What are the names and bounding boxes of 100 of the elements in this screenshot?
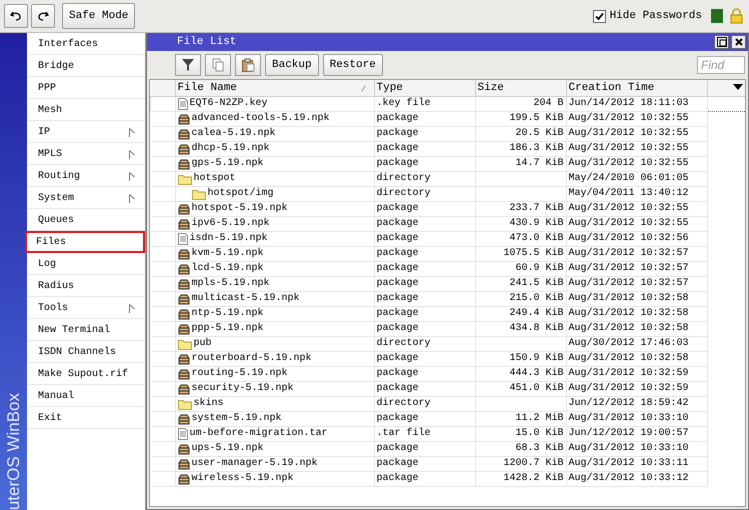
- file-size: 204 B: [533, 98, 564, 109]
- file-row[interactable]: isdn-5.19.npk package 473.0 KiB Aug/31/2012 10:32:56: [150, 232, 745, 246]
- menu-item[interactable]: Manual: [27, 385, 145, 407]
- menu-item[interactable]: Files: [25, 231, 145, 253]
- package-icon: [178, 414, 190, 424]
- menu-item[interactable]: Exit: [27, 407, 145, 429]
- file-row[interactable]: calea-5.19.npk package 20.5 KiB Aug/31/2012 10:32:55: [150, 126, 745, 142]
- menu-item[interactable]: Interfaces: [27, 33, 145, 55]
- menu-item[interactable]: ISDN Channels: [27, 341, 145, 363]
- file-row[interactable]: um-before-migration.tar .tar file 15.0 KiB Jun/12/2012 19:00:57: [150, 426, 745, 442]
- toolbar-button[interactable]: Restore: [322, 54, 383, 76]
- creation-time: Aug/30/2012 17:46:03: [568, 338, 689, 349]
- file-row[interactable]: skins directory Jun/12/2012 18:59:42: [150, 396, 745, 412]
- creation-time: Aug/31/2012 10:32:58: [568, 293, 689, 304]
- column-header[interactable]: Type: [374, 80, 475, 96]
- file-type: package: [376, 128, 419, 139]
- file-row[interactable]: kvm-5.19.npk package 1075.5 KiB Aug/31/2012 10:32:57: [150, 246, 745, 262]
- creation-time: Aug/31/2012 10:32:55: [568, 158, 689, 169]
- window-title: File List: [177, 36, 236, 48]
- file-size: 434.8 KiB: [509, 323, 564, 334]
- undo-icon: [10, 10, 22, 22]
- file-row[interactable]: advanced-tools-5.19.npk package 199.5 KiB Aug/31/2012 10:32:55: [150, 112, 745, 126]
- undo-button[interactable]: [4, 4, 28, 28]
- file-row[interactable]: hotspot/img directory May/04/2011 13:40:12: [150, 186, 745, 202]
- file-size: 451.0 KiB: [509, 383, 564, 394]
- menu-item[interactable]: Radius: [27, 275, 145, 297]
- file-type: package: [376, 248, 419, 259]
- package-icon: [178, 248, 190, 260]
- menu-item[interactable]: Routing: [27, 165, 145, 187]
- menu-item[interactable]: Mesh: [27, 99, 145, 121]
- column-header[interactable]: Creation Time: [566, 80, 707, 96]
- creation-time: Jun/12/2012 18:59:42: [568, 398, 689, 409]
- file-type: package: [376, 353, 419, 364]
- file-type: directory: [376, 338, 431, 349]
- file-size: 430.9 KiB: [509, 218, 564, 229]
- file-row[interactable]: routing-5.19.npk package 444.3 KiB Aug/31/2012 10:32:59: [150, 366, 745, 382]
- file-type: package: [376, 113, 419, 124]
- column-header[interactable]: File Name: [175, 80, 374, 96]
- file-name: pub: [194, 338, 212, 350]
- file-row[interactable]: ppp-5.19.npk package 434.8 KiB Aug/31/2012 10:32:58: [150, 322, 745, 336]
- file-row[interactable]: EQT6-N2ZP.key .key file 204 B Jun/14/2012 18:11:03: [150, 96, 745, 112]
- creation-time: Aug/31/2012 10:32:55: [568, 143, 689, 154]
- file-row[interactable]: multicast-5.19.npk package 215.0 KiB Aug/31/2012 10:32:58: [150, 292, 745, 306]
- file-row[interactable]: hotspot-5.19.npk package 233.7 KiB Aug/31/2012 10:32:55: [150, 202, 745, 216]
- file-type: package: [376, 323, 419, 334]
- file-size: 249.4 KiB: [509, 308, 564, 319]
- creation-time: Aug/31/2012 10:33:10: [568, 413, 689, 424]
- file-name: dhcp-5.19.npk: [192, 143, 270, 155]
- file-row[interactable]: user-manager-5.19.npk package 1200.7 KiB Aug/31/2012 10:33:11: [150, 456, 745, 472]
- file-row[interactable]: pub directory Aug/30/2012 17:46:03: [150, 336, 745, 352]
- package-icon: [178, 158, 190, 170]
- package-icon: [178, 354, 190, 364]
- file-name: ntp-5.19.npk: [192, 308, 264, 320]
- file-row[interactable]: hotspot directory May/24/2010 06:01:05: [150, 172, 745, 186]
- file-size: 11.2 MiB: [515, 413, 564, 424]
- find-field[interactable]: Find: [697, 56, 745, 74]
- file-row[interactable]: system-5.19.npk package 11.2 MiB Aug/31/2012 10:33:10: [150, 412, 745, 426]
- file-name: kvm-5.19.npk: [192, 248, 264, 260]
- creation-time: Jun/14/2012 18:11:03: [568, 98, 689, 109]
- menu-item[interactable]: New Terminal: [27, 319, 145, 341]
- menu-item[interactable]: IP: [27, 121, 145, 143]
- creation-time: Aug/31/2012 10:32:57: [568, 263, 689, 274]
- file-row[interactable]: security-5.19.npk package 451.0 KiB Aug/31/2012 10:32:59: [150, 382, 745, 396]
- restore-button[interactable]: [714, 35, 729, 49]
- creation-time: Aug/31/2012 10:32:58: [568, 353, 689, 364]
- menu-item[interactable]: Tools: [27, 297, 145, 319]
- menu-item[interactable]: MPLS: [27, 143, 145, 165]
- menu-item[interactable]: Bridge: [27, 55, 145, 77]
- file-row[interactable]: wireless-5.19.npk package 1428.2 KiB Aug/31/2012 10:33:12: [150, 472, 745, 486]
- file-row[interactable]: lcd-5.19.npk package 60.9 KiB Aug/31/2012 10:32:57: [150, 262, 745, 276]
- paste-button[interactable]: [235, 54, 261, 76]
- filter-button[interactable]: [175, 54, 201, 76]
- file-row[interactable]: dhcp-5.19.npk package 186.3 KiB Aug/31/2012 10:32:55: [150, 142, 745, 156]
- file-size: 186.3 KiB: [509, 143, 564, 154]
- file-row[interactable]: ntp-5.19.npk package 249.4 KiB Aug/31/2012 10:32:58: [150, 306, 745, 322]
- file-row[interactable]: routerboard-5.19.npk package 150.9 KiB Aug/31/2012 10:32:58: [150, 352, 745, 366]
- toolbar-button[interactable]: Backup: [265, 54, 319, 76]
- close-button[interactable]: [731, 35, 746, 49]
- column-header[interactable]: Size: [475, 80, 566, 96]
- menu-item[interactable]: Log: [27, 253, 145, 275]
- redo-button[interactable]: [31, 4, 55, 28]
- file-size: 20.5 KiB: [515, 128, 564, 139]
- dropdown-arrow-icon[interactable]: [733, 84, 743, 90]
- file-row[interactable]: ups-5.19.npk package 68.3 KiB Aug/31/2012 10:33:10: [150, 442, 745, 456]
- menu-item[interactable]: System: [27, 187, 145, 209]
- menu-item[interactable]: PPP: [27, 77, 145, 99]
- document-icon: [178, 428, 188, 440]
- menu-item[interactable]: Make Supout.rif: [27, 363, 145, 385]
- hide-passwords-checkbox[interactable]: [592, 10, 606, 22]
- package-icon: [178, 294, 190, 304]
- file-row[interactable]: ipv6-5.19.npk package 430.9 KiB Aug/31/2012 10:32:55: [150, 216, 745, 232]
- file-row[interactable]: gps-5.19.npk package 14.7 KiB Aug/31/2012 10:32:55: [150, 156, 745, 172]
- file-type: package: [376, 473, 419, 484]
- file-row[interactable]: mpls-5.19.npk package 241.5 KiB Aug/31/2012 10:32:57: [150, 276, 745, 292]
- filter-icon: [181, 58, 195, 72]
- creation-time: Aug/31/2012 10:33:12: [568, 473, 689, 484]
- safe-mode-button[interactable]: Safe Mode: [62, 3, 136, 29]
- file-type: directory: [376, 173, 431, 184]
- menu-item[interactable]: Queues: [27, 209, 145, 231]
- creation-time: Aug/31/2012 10:32:58: [568, 323, 689, 334]
